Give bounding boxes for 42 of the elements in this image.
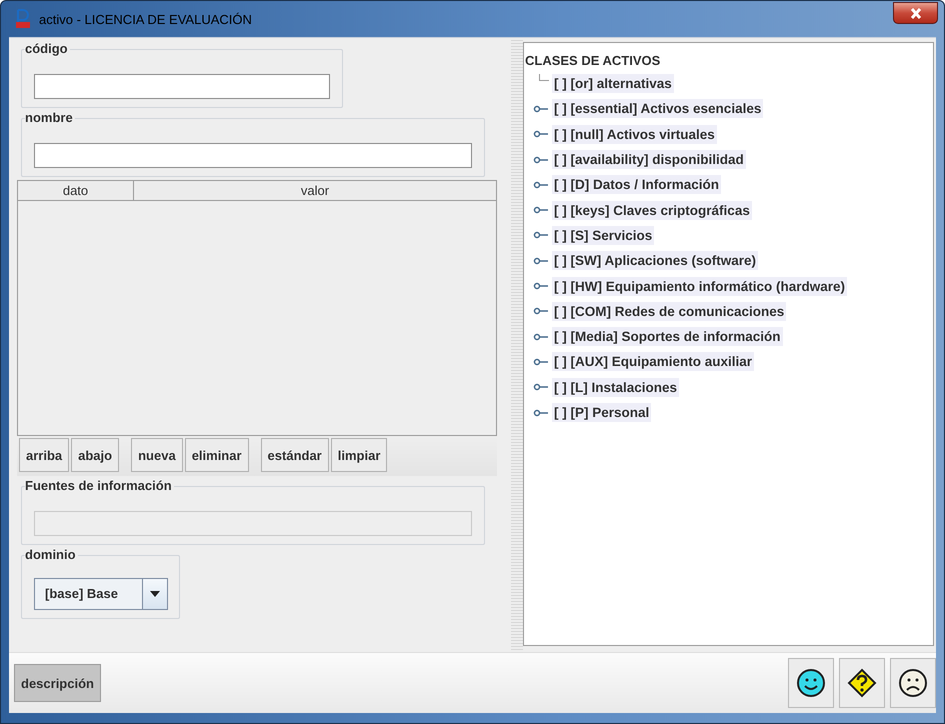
- tree-item[interactable]: [ ] [availability] disponibilidad: [552, 150, 746, 170]
- caret-icon: [150, 591, 160, 597]
- smiley-icon: [796, 668, 826, 698]
- sad-face-icon: [898, 668, 928, 698]
- status-button[interactable]: [890, 658, 936, 708]
- action-button[interactable]: nueva: [131, 438, 183, 472]
- action-button[interactable]: eliminar: [184, 438, 249, 472]
- tree-item[interactable]: [ ] [or] alternativas: [552, 74, 674, 94]
- action-button[interactable]: arriba: [19, 438, 70, 472]
- description-button[interactable]: descripción: [14, 664, 101, 702]
- splitter-handle[interactable]: [511, 38, 523, 652]
- close-icon: [910, 8, 922, 18]
- tree-item[interactable]: [ ] [AUX] Equipamiento auxiliar: [552, 352, 754, 372]
- tree-root[interactable]: CLASES DE ACTIVOS: [525, 51, 933, 71]
- close-button[interactable]: [893, 2, 938, 24]
- app-icon: [15, 9, 33, 29]
- tree-item[interactable]: [ ] [SW] Aplicaciones (software): [552, 251, 758, 270]
- tree-item[interactable]: [ ] [keys] Claves criptográficas: [552, 200, 752, 220]
- action-button[interactable]: estándar: [260, 438, 329, 472]
- action-button[interactable]: limpiar: [330, 438, 388, 472]
- window-title: activo - LICENCIA DE EVALUACIÓN: [39, 12, 252, 26]
- tree-line-icon: [539, 74, 549, 81]
- warning-question-icon: [847, 668, 877, 698]
- input-field[interactable]: [34, 74, 330, 99]
- status-button[interactable]: [839, 658, 885, 708]
- group-label: Fuentes de información: [25, 478, 174, 493]
- status-button[interactable]: [788, 658, 834, 708]
- tree-item[interactable]: [ ] [null] Activos virtuales: [552, 124, 717, 144]
- action-button[interactable]: abajo: [71, 438, 120, 472]
- tree-item[interactable]: [ ] [S] Servicios: [552, 226, 654, 245]
- tree-item[interactable]: [ ] [L] Instalaciones: [552, 378, 680, 397]
- tree-item[interactable]: [ ] [HW] Equipamiento informático (hardware): [552, 276, 848, 296]
- tree-item[interactable]: [ ] [D] Datos / Información: [552, 175, 721, 194]
- group-label: dominio: [25, 547, 78, 562]
- tree-item[interactable]: [ ] [Media] Soportes de información: [552, 327, 783, 346]
- input-field[interactable]: [34, 143, 472, 168]
- tree-item[interactable]: [ ] [P] Personal: [552, 403, 652, 422]
- group-label: nombre: [25, 110, 75, 125]
- tree-item[interactable]: [ ] [essential] Activos esenciales: [552, 99, 764, 118]
- tree-item[interactable]: [ ] [COM] Redes de comunicaciones: [552, 302, 786, 321]
- group-label: código: [25, 41, 70, 56]
- domain-dropdown[interactable]: [base] Base: [34, 578, 168, 610]
